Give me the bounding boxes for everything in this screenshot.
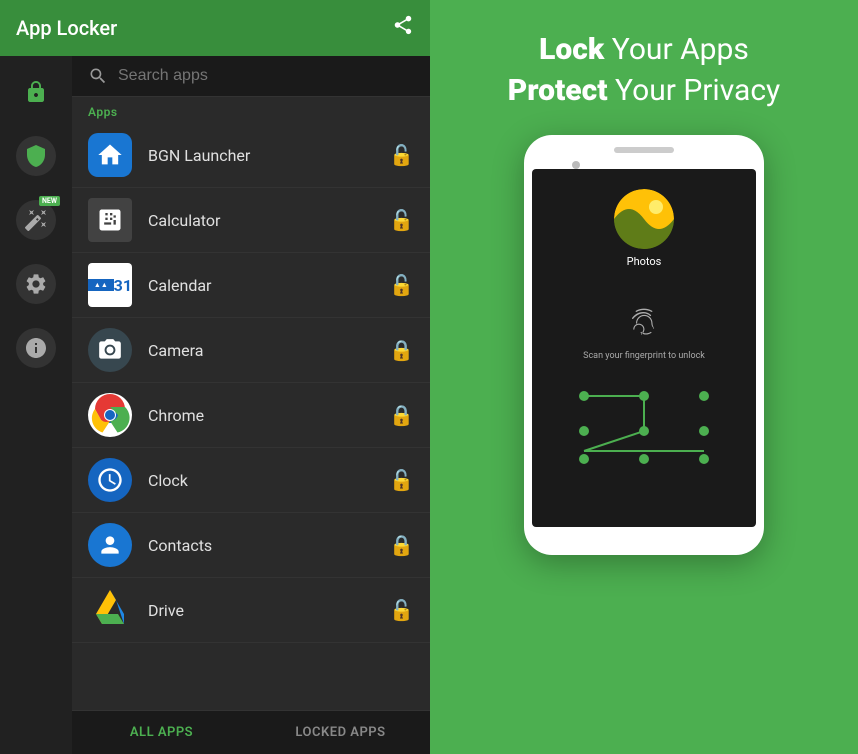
section-label: Apps: [72, 97, 430, 123]
right-panel: Lock Your Apps Protect Your Privacy Phot: [430, 0, 858, 754]
app-list: BGN Launcher 🔓 Calculator 🔓: [72, 123, 430, 710]
app-name-drive: Drive: [148, 601, 389, 620]
nav-lock[interactable]: [16, 72, 56, 112]
lock-camera[interactable]: 🔒: [389, 338, 414, 362]
app-list-panel: Apps BGN Launcher 🔓: [72, 56, 430, 754]
app-item-calculator[interactable]: Calculator 🔓: [72, 188, 430, 253]
phone-camera: [572, 161, 580, 169]
lock-clock[interactable]: 🔓: [389, 468, 414, 492]
lock-bgn[interactable]: 🔓: [389, 143, 414, 167]
nav-info[interactable]: [16, 328, 56, 368]
promo-title: Lock Your Apps Protect Your Privacy: [508, 30, 781, 111]
app-name-contacts: Contacts: [148, 536, 389, 555]
app-name-calendar: Calendar: [148, 276, 389, 295]
app-name-clock: Clock: [148, 471, 389, 490]
clock-icon: [88, 458, 132, 502]
promo-protect-word: Protect: [508, 73, 608, 108]
search-bar: [72, 56, 430, 97]
tab-all-apps[interactable]: ALL APPS: [72, 711, 251, 754]
phone-container: NEW: [0, 56, 430, 754]
phone-mockup: Photos Scan your fingerprint to unlock: [524, 135, 764, 555]
photos-label: Photos: [627, 255, 662, 268]
fingerprint-label: Scan your fingerprint to unlock: [583, 351, 705, 361]
lock-chrome[interactable]: 🔒: [389, 403, 414, 427]
bgn-icon: [88, 133, 132, 177]
nav-magic[interactable]: NEW: [16, 200, 56, 240]
app-header: App Locker: [0, 0, 430, 56]
app-item-clock[interactable]: Clock 🔓: [72, 448, 430, 513]
app-item-drive[interactable]: Drive 🔓: [72, 578, 430, 643]
share-icon[interactable]: [392, 14, 414, 42]
fingerprint-area: Scan your fingerprint to unlock: [583, 306, 705, 361]
lock-calendar[interactable]: 🔓: [389, 273, 414, 297]
nav-settings[interactable]: [16, 264, 56, 304]
camera-icon: [88, 328, 132, 372]
side-nav: NEW: [0, 56, 72, 754]
search-icon: [88, 66, 108, 86]
app-item-chrome[interactable]: Chrome 🔒: [72, 383, 430, 448]
app-item-camera[interactable]: Camera 🔒: [72, 318, 430, 383]
app-item-bgn[interactable]: BGN Launcher 🔓: [72, 123, 430, 188]
fingerprint-icon: [628, 306, 660, 345]
chrome-icon: [88, 393, 132, 437]
app-name-chrome: Chrome: [148, 406, 389, 425]
app-title: App Locker: [16, 16, 117, 40]
search-input[interactable]: [118, 67, 414, 85]
pattern-svg: [554, 381, 734, 466]
calendar-icon: ▲▲ 31: [88, 263, 132, 307]
app-name-bgn: BGN Launcher: [148, 146, 389, 165]
nav-shield[interactable]: [16, 136, 56, 176]
new-badge: NEW: [39, 196, 60, 206]
lock-drive[interactable]: 🔓: [389, 598, 414, 622]
app-item-contacts[interactable]: Contacts 🔒: [72, 513, 430, 578]
bottom-tabs: ALL APPS LOCKED APPS: [72, 710, 430, 754]
contacts-icon: [88, 523, 132, 567]
left-panel: App Locker NEW: [0, 0, 430, 754]
tab-locked-apps[interactable]: LOCKED APPS: [251, 711, 430, 754]
app-name-camera: Camera: [148, 341, 389, 360]
phone-screen: Photos Scan your fingerprint to unlock: [532, 169, 756, 527]
promo-your-apps: Your Apps: [612, 32, 749, 67]
drive-icon: [88, 588, 132, 632]
app-item-calendar[interactable]: ▲▲ 31 Calendar 🔓: [72, 253, 430, 318]
photos-icon: [614, 189, 674, 249]
app-name-calculator: Calculator: [148, 211, 389, 230]
pattern-area: [554, 381, 734, 466]
lock-contacts[interactable]: 🔒: [389, 533, 414, 557]
phone-speaker: [614, 147, 674, 153]
calc-icon: [88, 198, 132, 242]
lock-calculator[interactable]: 🔓: [389, 208, 414, 232]
promo-lock-word: Lock: [539, 32, 604, 67]
promo-your-privacy: Your Privacy: [615, 73, 780, 108]
